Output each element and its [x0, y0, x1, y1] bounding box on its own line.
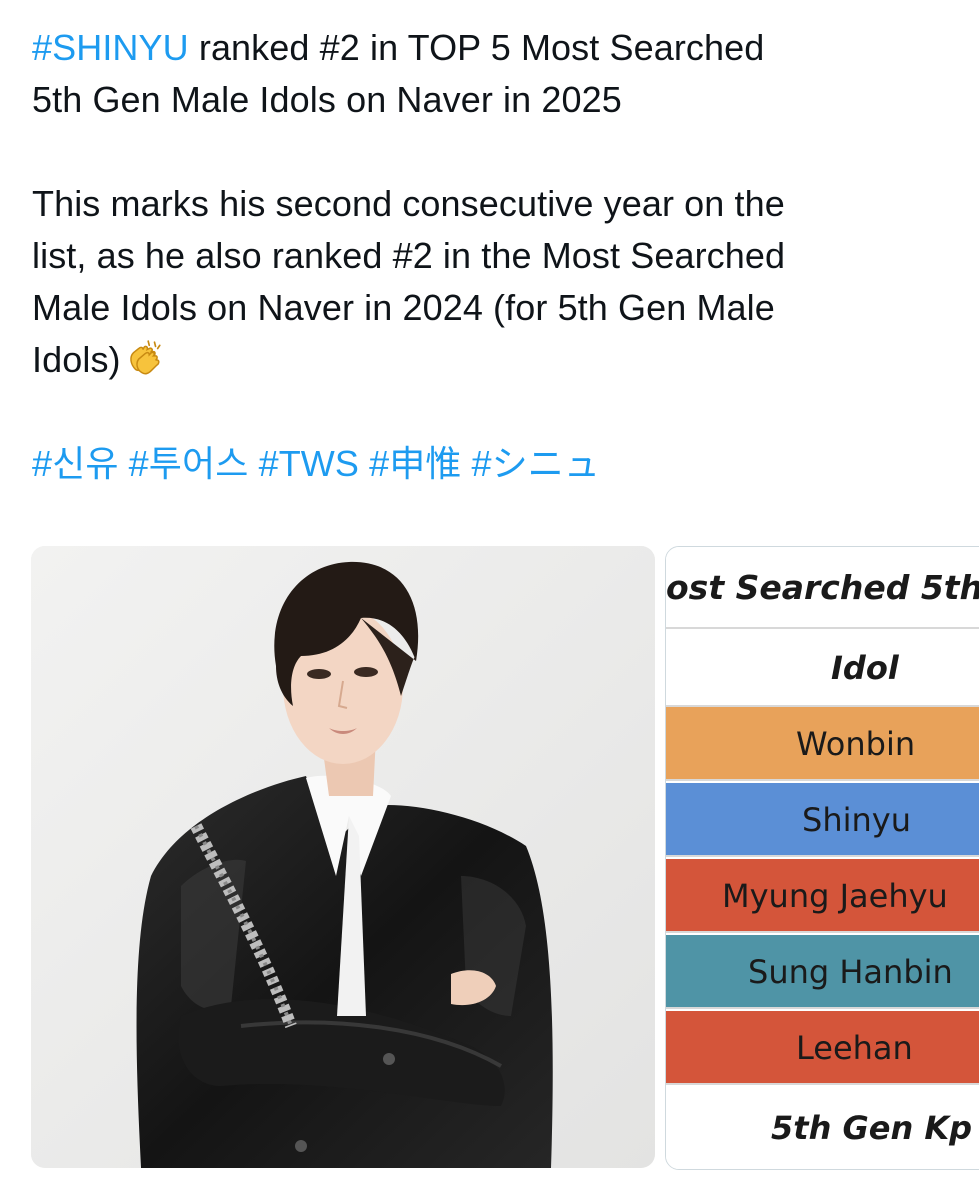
table-row: Shinyu	[666, 783, 979, 857]
media-table[interactable]: ost Searched 5th Idol Wonbin Shinyu Myun…	[665, 546, 979, 1170]
hashtag-shinyu-chinese[interactable]: #申惟	[369, 443, 461, 484]
hashtag-shinyu[interactable]: #SHINYU	[32, 27, 189, 68]
table-title: ost Searched 5th	[666, 547, 979, 629]
hashtag-tws[interactable]: #TWS	[259, 443, 359, 484]
hashtag-tws-korean[interactable]: #투어스	[129, 443, 249, 484]
clapping-hands-icon	[129, 340, 161, 375]
table-footer: 5th Gen Kp	[666, 1087, 979, 1169]
table-header: Idol	[666, 629, 979, 707]
table-row: Myung Jaehyu	[666, 859, 979, 933]
tweet-text: #SHINYU ranked #2 in TOP 5 Most Searched…	[32, 22, 962, 490]
table-row: Leehan	[666, 1011, 979, 1085]
media-photo[interactable]	[31, 546, 655, 1168]
tweet-line-1: #SHINYU ranked #2 in TOP 5 Most Searched	[32, 27, 765, 68]
tweet-line-3: This marks his second consecutive year o…	[32, 183, 785, 224]
tweet-line-2: 5th Gen Male Idols on Naver in 2025	[32, 79, 622, 120]
tweet-line-6: Idols)	[32, 334, 962, 386]
photo-image	[31, 546, 655, 1168]
hashtag-row: #신유 #투어스 #TWS #申惟 #シニュ	[32, 438, 962, 490]
tweet-line-4: list, as he also ranked #2 in the Most S…	[32, 235, 786, 276]
tweet-line-5: Male Idols on Naver in 2024 (for 5th Gen…	[32, 287, 775, 328]
hashtag-shinyu-korean[interactable]: #신유	[32, 443, 119, 484]
hashtag-shinyu-japanese[interactable]: #シニュ	[472, 443, 600, 484]
table-row: Wonbin	[666, 707, 979, 781]
table-row: Sung Hanbin	[666, 935, 979, 1009]
